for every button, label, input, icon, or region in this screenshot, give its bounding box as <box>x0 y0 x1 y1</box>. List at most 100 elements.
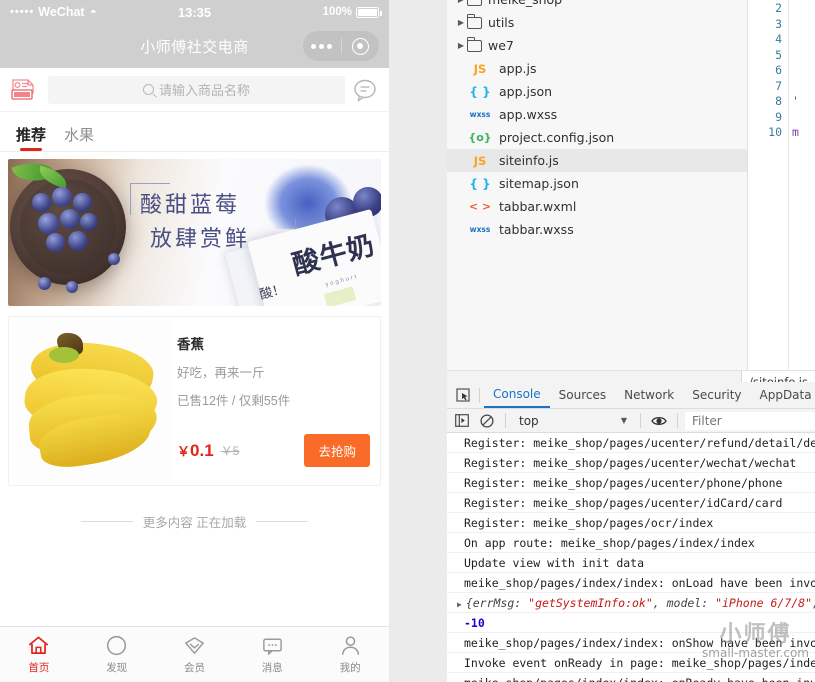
line-number: 9 <box>775 109 782 124</box>
console-output[interactable]: Register: meike_shop/pages/ucenter/refun… <box>447 433 815 682</box>
line-number: 2 <box>775 1 782 15</box>
file-tree-row[interactable]: JS app.js <box>447 57 747 80</box>
berry <box>108 253 120 265</box>
berry <box>32 193 51 212</box>
category-tab-recommend[interactable]: 推荐 <box>16 128 46 151</box>
coupon-icon[interactable] <box>10 77 40 103</box>
console-log-line: Register: meike_shop/pages/ocr/index <box>447 513 815 533</box>
promo-banner[interactable]: 酸甜蓝莓 放肆赏鲜 酸！ 酸牛奶 yoghurt <box>8 159 381 306</box>
loading-text: 更多内容 正在加载 <box>142 516 247 530</box>
file-tree-row[interactable]: ▶ we7 <box>447 34 747 57</box>
file-tree-label: utils <box>488 15 515 30</box>
product-card[interactable]: 香蕉 好吃，再来一斤 已售12件 / 仅剩55件 ￥0.1 ￥5 去抢购 <box>8 316 381 486</box>
banner-line-1: 酸甜蓝莓 <box>140 193 241 218</box>
tab-sources[interactable]: Sources <box>550 382 615 408</box>
line-number: 6 <box>775 63 782 77</box>
expand-caret-icon[interactable]: ▶ <box>455 0 467 4</box>
target-circle-icon[interactable] <box>342 37 380 55</box>
tab-console[interactable]: Console <box>484 382 550 408</box>
loading-more-indicator: 更多内容 正在加载 <box>0 512 389 531</box>
product-description: 好吃，再来一斤 <box>177 366 265 380</box>
folder-icon <box>466 13 482 29</box>
clear-console-icon[interactable] <box>476 412 498 430</box>
toolbar-separator <box>479 387 480 403</box>
file-tree-row[interactable]: ▶ meike_shop <box>447 0 747 11</box>
console-log-line: Update view with init data <box>447 553 815 573</box>
miniprogram-capsule[interactable] <box>303 31 379 61</box>
cfg-file-icon: {o} <box>468 131 492 144</box>
berry <box>73 193 92 212</box>
tab-appdata[interactable]: AppData <box>751 382 815 408</box>
console-log-line: meike_shop/pages/index/index: onShow hav… <box>447 633 815 653</box>
file-tree-row[interactable]: { } sitemap.json <box>447 172 747 195</box>
tabbar-item-home[interactable]: 首页 <box>0 634 78 675</box>
console-log-line: Register: meike_shop/pages/ucenter/refun… <box>447 433 815 453</box>
product-price: ￥0.1 <box>177 441 214 461</box>
file-tree-row[interactable]: ▶ utils <box>447 11 747 34</box>
file-tree-row[interactable]: wxss tabbar.wxss <box>447 218 747 241</box>
json-file-icon: { } <box>469 84 491 99</box>
console-context-select[interactable]: top ▼ <box>513 414 633 428</box>
code-line: ' <box>792 94 799 108</box>
signal-dots-icon: ••••• <box>10 6 35 18</box>
tabbar-item-member[interactable]: 会员 <box>156 634 234 675</box>
tabbar-item-discover[interactable]: 发现 <box>78 634 156 675</box>
tabbar-item-profile[interactable]: 我的 <box>311 634 389 675</box>
berry <box>46 233 65 252</box>
home-icon <box>29 636 49 655</box>
tabbar-item-message[interactable]: 消息 <box>233 634 311 675</box>
berry <box>38 277 51 290</box>
editor-line-numbers: 2 3 4 5 6 7 8 9 10 <box>748 0 788 370</box>
tab-security[interactable]: Security <box>683 382 750 408</box>
message-bubble-icon[interactable] <box>353 78 377 102</box>
wxss-file-icon: wxss <box>469 225 491 234</box>
status-bar: ••••• WeChat ◓ 13:35 100% <box>0 0 389 24</box>
berry <box>66 281 78 293</box>
toolbar-separator-3 <box>640 413 641 428</box>
editor-code-column[interactable]: ' m <box>788 0 815 370</box>
file-tree-row[interactable]: < > tabbar.wxml <box>447 195 747 218</box>
console-log-line: Register: meike_shop/pages/ucenter/wecha… <box>447 453 815 473</box>
search-input[interactable]: 请输入商品名称 <box>48 75 345 104</box>
person-icon <box>341 636 359 655</box>
file-tree-row[interactable]: {o} project.config.json <box>447 126 747 149</box>
console-context-value: top <box>519 413 539 428</box>
buy-button[interactable]: 去抢购 <box>304 434 370 467</box>
file-tree-label: app.json <box>499 84 553 99</box>
tabbar-label-message: 消息 <box>261 662 283 674</box>
folder-icon <box>467 0 482 6</box>
file-tree-row[interactable]: wxss app.wxss <box>447 103 747 126</box>
category-tab-fruit[interactable]: 水果 <box>64 128 94 151</box>
file-tree-row[interactable]: { } app.json <box>447 80 747 103</box>
tabbar-label-home: 首页 <box>28 662 50 674</box>
navigation-bar: 小师傅社交电商 <box>0 24 389 68</box>
more-dots-icon[interactable] <box>303 43 341 49</box>
toolbar-separator-4 <box>677 413 678 428</box>
devtools-tabbar: Console Sources Network Security AppData <box>447 382 815 409</box>
expand-triangle-icon[interactable]: ▶ <box>457 600 462 609</box>
console-log-number: -10 <box>447 613 815 633</box>
expand-caret-icon[interactable]: ▶ <box>455 18 467 27</box>
battery-percent-label: 100% <box>322 6 352 18</box>
berry <box>80 213 98 231</box>
live-expression-eye-icon[interactable] <box>648 412 670 430</box>
js-file-icon: JS <box>473 153 487 168</box>
toolbar-separator-2 <box>505 413 506 428</box>
expand-caret-icon[interactable]: ▶ <box>455 41 467 50</box>
search-icon <box>142 84 154 95</box>
console-log-line: Register: meike_shop/pages/ucenter/phone… <box>447 473 815 493</box>
inspect-cursor-icon[interactable] <box>451 385 475 405</box>
berry <box>38 213 59 234</box>
console-sidebar-icon[interactable] <box>451 412 473 430</box>
code-line: m <box>792 125 799 139</box>
console-filter-input[interactable] <box>685 411 815 430</box>
tab-network[interactable]: Network <box>615 382 683 408</box>
json-file-icon: { } <box>469 176 491 191</box>
file-tree-row[interactable]: JS siteinfo.js <box>447 149 747 172</box>
search-row: 请输入商品名称 <box>0 68 389 112</box>
